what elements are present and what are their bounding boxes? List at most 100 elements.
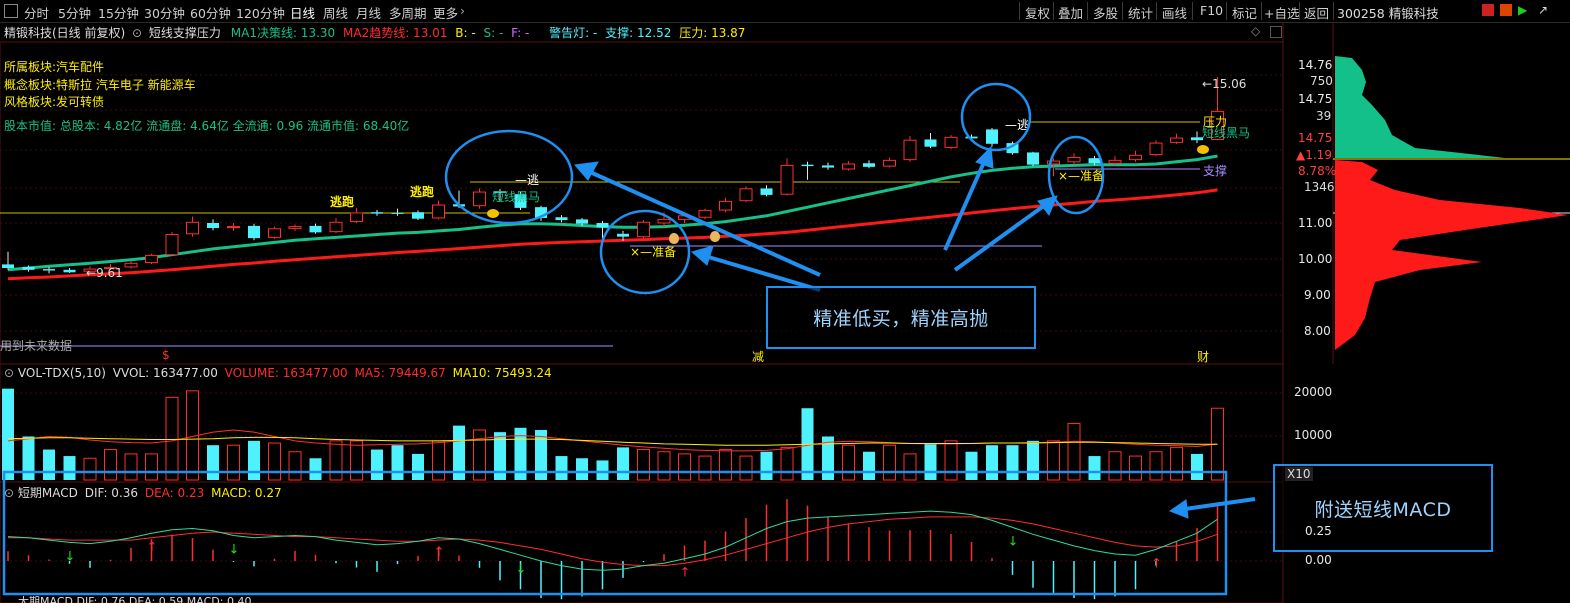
button-draw[interactable]: 画线 — [1162, 3, 1187, 22]
prepare-label: ×—准备 — [630, 245, 677, 259]
callout-arrowhead — [1168, 499, 1189, 519]
sector-value[interactable]: 汽车配件 — [56, 60, 104, 74]
volume-bar — [43, 449, 55, 480]
volume-bar — [412, 453, 424, 480]
money-bag-icon — [710, 231, 720, 242]
candle-body — [760, 188, 773, 195]
collapse-icon[interactable]: ◇ — [1251, 24, 1260, 38]
arrow-icon[interactable]: ↗ — [1538, 4, 1550, 16]
tab-period-0[interactable]: 分时 — [24, 3, 49, 22]
candle-body — [43, 269, 55, 271]
candle-body — [165, 234, 179, 256]
volume-bar — [494, 432, 506, 480]
flag-icon[interactable] — [1482, 4, 1494, 16]
candle-body — [698, 209, 712, 218]
candle-body — [329, 221, 343, 233]
concept-line: 概念板块:特斯拉 汽车电子 新能源车 — [4, 76, 196, 93]
macd-indicator-name[interactable]: 短期MACD — [18, 486, 78, 500]
tab-period-3[interactable]: 30分钟 — [144, 3, 185, 22]
macd-dif-line — [7, 510, 1218, 571]
tab-period-9[interactable]: 多周期 — [389, 3, 427, 22]
chevron-right-icon[interactable]: › — [460, 3, 465, 18]
stock-title: 300258 精锻科技 — [1337, 6, 1439, 21]
event-marker[interactable]: 减 — [752, 348, 764, 365]
button-add-watchlist[interactable]: +自选 — [1264, 3, 1299, 22]
tab-period-7[interactable]: 周线 — [323, 3, 348, 22]
tab-period-4[interactable]: 60分钟 — [190, 3, 231, 22]
event-marker[interactable]: $ — [162, 348, 170, 362]
price-axis-label: 750 — [1310, 74, 1333, 88]
button-mark[interactable]: 标记 — [1232, 3, 1257, 22]
macd-axis-label: 0.00 — [1305, 553, 1332, 567]
candle-body — [678, 215, 691, 220]
candle-body — [288, 226, 302, 229]
menu-icon[interactable] — [4, 4, 18, 18]
candle-body — [1047, 160, 1060, 165]
candle-body — [555, 217, 568, 221]
chart-icon[interactable] — [1500, 4, 1512, 16]
support-tag: 支撑 — [1203, 164, 1228, 178]
candle-body — [657, 218, 671, 224]
volume-bar — [514, 427, 527, 480]
price-axis-label: 1346 — [1304, 180, 1335, 194]
style-label: 风格板块: — [4, 95, 57, 109]
settings-icon[interactable]: ⊙ — [4, 486, 14, 500]
settings-icon[interactable]: ⊙ — [4, 366, 14, 380]
volume-profile-red — [1335, 160, 1568, 350]
candle-body — [801, 164, 814, 167]
tab-period-5[interactable]: 120分钟 — [236, 3, 285, 22]
vol-ma5-value: MA5: 79449.67 — [354, 366, 446, 380]
candle-body — [924, 139, 937, 147]
candle-body — [268, 228, 281, 238]
volume-bar — [63, 456, 76, 480]
button-f10[interactable]: F10 — [1200, 3, 1223, 18]
play-icon[interactable]: ▶ — [1518, 4, 1530, 16]
style-value[interactable]: 发可转债 — [56, 95, 104, 109]
tab-period-8[interactable]: 月线 — [356, 3, 381, 22]
candle-body — [965, 136, 978, 139]
price-axis-label: 14.76 — [1298, 58, 1333, 72]
money-bag-icon — [669, 233, 679, 244]
callout-arrowhead — [1037, 195, 1058, 216]
candle-body — [432, 204, 445, 219]
callout-arrow — [589, 170, 821, 277]
concept-value[interactable]: 特斯拉 汽车电子 新能源车 — [56, 78, 196, 92]
event-marker[interactable]: 财 — [1197, 348, 1209, 365]
volume-bar — [432, 440, 445, 481]
price-axis-label: ▲1.19 — [1296, 148, 1332, 162]
volume-bar — [1191, 453, 1203, 480]
dark-horse-label: 短线黑马 — [492, 190, 541, 204]
indicator-name[interactable]: 短线支撑压力 — [149, 26, 221, 40]
button-overlay[interactable]: 叠加 — [1058, 3, 1083, 22]
volume-bar — [883, 444, 896, 481]
callout-arrow — [704, 254, 821, 292]
tab-period-2[interactable]: 15分钟 — [98, 3, 139, 22]
callout-arrow — [1184, 497, 1256, 511]
tab-period-6[interactable]: 日线 — [290, 3, 315, 22]
candle-body — [145, 254, 158, 264]
volume-bar — [473, 429, 486, 481]
settings-icon[interactable]: ⊙ — [132, 26, 142, 40]
tab-period-1[interactable]: 5分钟 — [58, 3, 91, 22]
macd-buy-arrow: ↑ — [680, 566, 691, 581]
volume-bar — [124, 453, 138, 481]
tab-period-10[interactable]: 更多 — [433, 3, 458, 22]
volume-bar — [555, 456, 568, 480]
macd-sell-arrow: ↓ — [65, 549, 76, 564]
equity-line: 股本市值: 总股本: 4.82亿 流通盘: 4.64亿 全流通: 0.96 流通… — [4, 119, 410, 133]
macd-buy-arrow: ↑ — [434, 545, 445, 560]
warning-value: 警告灯: - — [549, 26, 598, 40]
button-back[interactable]: 返回 — [1304, 3, 1329, 22]
button-fuquan[interactable]: 复权 — [1025, 3, 1050, 22]
volume-bar — [288, 451, 302, 481]
volume-indicator-name[interactable]: VOL-TDX(5,10) — [18, 366, 106, 380]
ma1-value: MA1决策线: 13.30 — [230, 26, 336, 40]
candle-body — [412, 212, 424, 219]
vvol-value: VVOL: 163477.00 — [112, 366, 218, 380]
candle-body — [903, 139, 917, 161]
button-stats[interactable]: 统计 — [1128, 3, 1153, 22]
scroll-handle[interactable] — [1270, 26, 1282, 38]
ma2-trend-line — [7, 188, 1218, 281]
candle-body — [617, 233, 629, 237]
button-multi-stock[interactable]: 多股 — [1093, 3, 1118, 22]
